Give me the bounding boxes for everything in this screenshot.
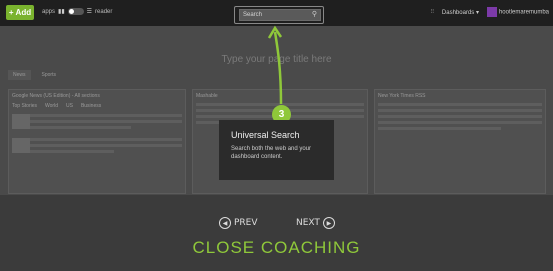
prev-button[interactable]: ◀ PREV: [219, 217, 258, 229]
coaching-tooltip: Universal Search Search both the web and…: [219, 120, 334, 180]
close-coaching-button[interactable]: CLOSE COACHING: [0, 238, 553, 258]
tooltip-body: Search both the web and your dashboard c…: [231, 146, 312, 160]
next-button[interactable]: NEXT ▶: [296, 217, 335, 229]
next-label: NEXT: [296, 218, 320, 228]
prev-label: PREV: [234, 218, 258, 228]
chevron-left-icon: ◀: [219, 217, 231, 229]
tooltip-title: Universal Search: [231, 130, 300, 140]
chevron-right-icon: ▶: [322, 217, 335, 229]
